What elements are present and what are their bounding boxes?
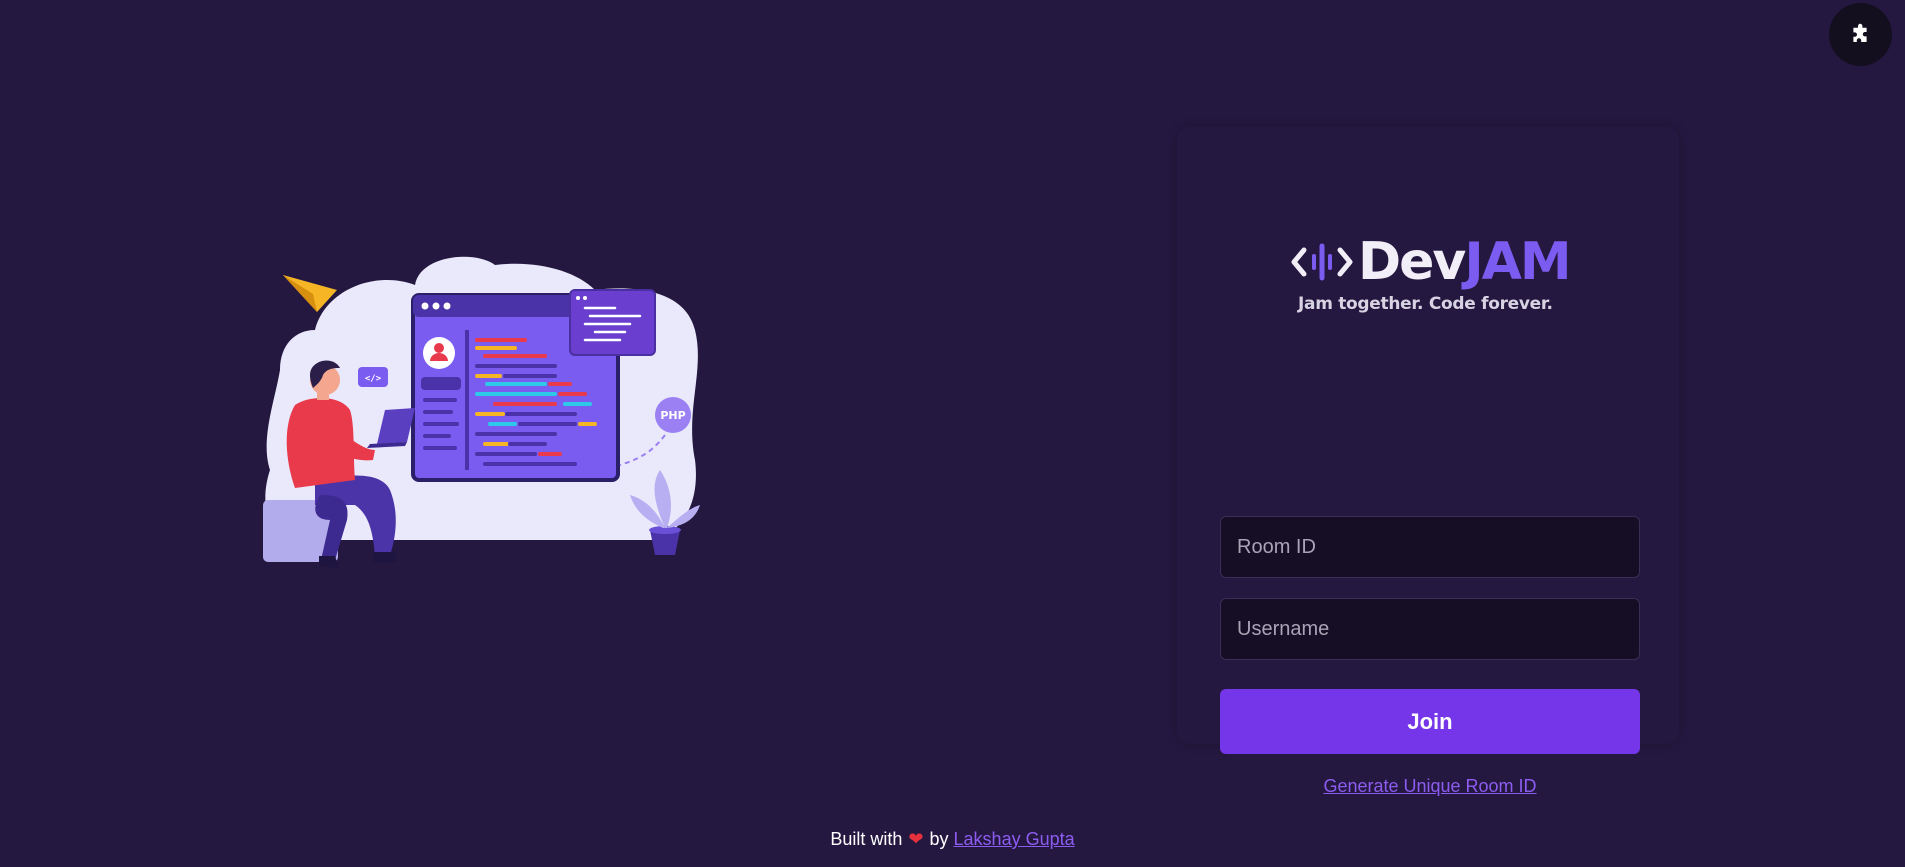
svg-text:</>: </>: [365, 374, 382, 384]
heart-icon: ❤: [908, 829, 924, 849]
puzzle-icon: [1852, 23, 1867, 42]
author-link[interactable]: Lakshay Gupta: [954, 829, 1075, 849]
code-tag-bubble: </>: [358, 367, 388, 387]
logo-dev-text: Dev: [1358, 232, 1466, 292]
generate-room-id-link[interactable]: Generate Unique Room ID: [1220, 776, 1640, 797]
logo-jam-text: JAM: [1464, 232, 1571, 292]
username-input[interactable]: [1220, 598, 1640, 660]
php-bubble: PHP: [655, 397, 691, 433]
code-brackets-icon: [1291, 243, 1353, 281]
room-id-input[interactable]: [1220, 516, 1640, 578]
svg-text:PHP: PHP: [660, 409, 685, 422]
footer-by: by: [929, 829, 949, 849]
login-page: </> PHP DevJAM Jam together. Code foreve…: [0, 0, 1905, 867]
join-button[interactable]: Join: [1220, 689, 1640, 754]
floating-window: [569, 289, 656, 356]
devjam-logo: DevJAM Jam together. Code forever.: [1290, 232, 1572, 322]
logo-tagline: Jam together. Code forever.: [1298, 294, 1553, 314]
footer-prefix: Built with: [830, 829, 903, 849]
footer: Built with ❤ by Lakshay Gupta: [0, 829, 1905, 850]
extension-button[interactable]: [1829, 3, 1892, 66]
developer-illustration: </> PHP: [263, 256, 700, 568]
